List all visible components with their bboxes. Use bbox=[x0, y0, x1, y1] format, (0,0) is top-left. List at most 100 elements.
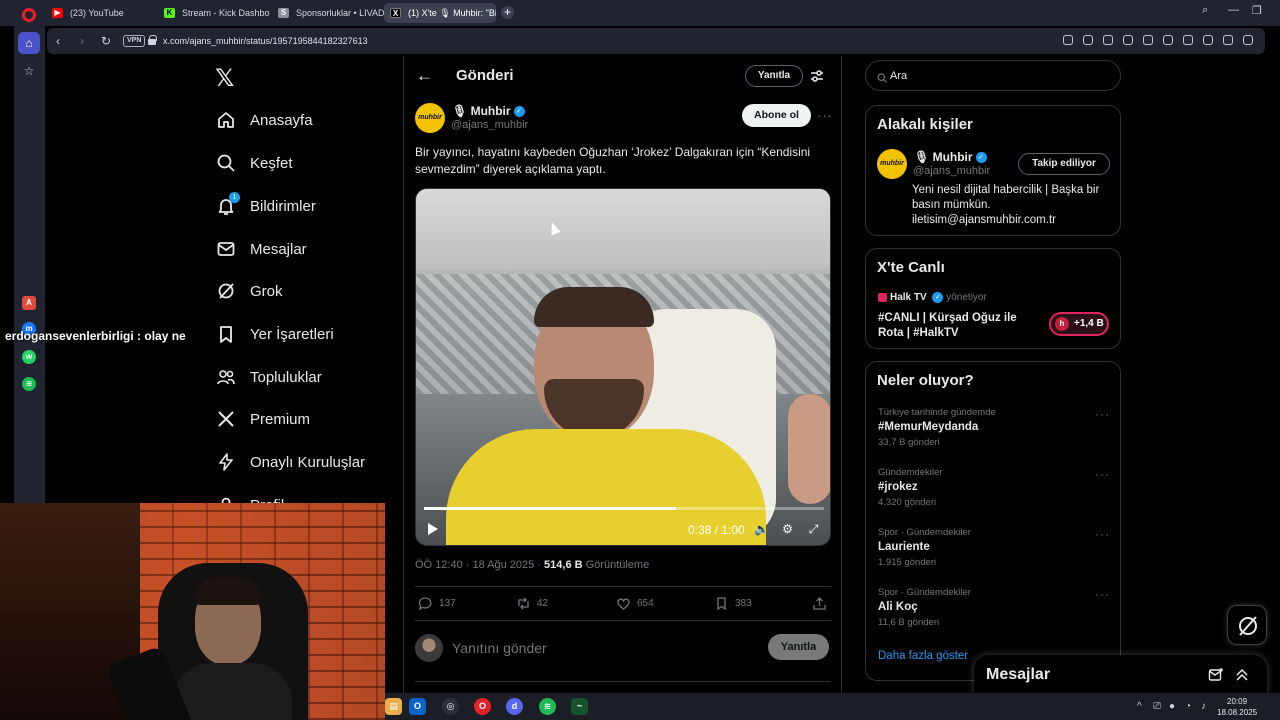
tray-mic-icon[interactable]: ● bbox=[1169, 701, 1175, 712]
minimize-icon[interactable]: — bbox=[1228, 4, 1239, 16]
video-progress-bar[interactable] bbox=[424, 507, 824, 510]
terminal-icon[interactable]: ~ bbox=[571, 698, 588, 715]
cube-icon[interactable] bbox=[1123, 35, 1133, 45]
tab-kick[interactable]: K Stream - Kick Dashboard bbox=[158, 3, 270, 23]
related-handle[interactable]: @ajans_muhbir bbox=[913, 165, 990, 177]
more-options-icon[interactable]: ··· bbox=[1095, 407, 1110, 421]
lock-icon[interactable] bbox=[148, 35, 157, 45]
grok-floating-button[interactable] bbox=[1227, 605, 1267, 645]
home-icon[interactable]: ⌂ bbox=[18, 32, 40, 54]
obs-icon[interactable]: ◎ bbox=[442, 698, 459, 715]
tab-livad[interactable]: S Sponsorluklar • LIVAD bbox=[272, 3, 384, 23]
volume-icon[interactable]: 🔈 bbox=[754, 523, 769, 536]
live-event-title[interactable]: #CANLI | Kürşad Oğuz ile Rota | #HalkTV bbox=[878, 311, 1043, 341]
nav-verified-orgs[interactable]: Onaylı Kuruluşlar bbox=[216, 447, 365, 477]
more-options-icon[interactable]: ··· bbox=[1095, 527, 1110, 541]
author-handle[interactable]: @ajans_muhbir bbox=[451, 119, 528, 131]
bookmark-action[interactable]: 383 bbox=[714, 596, 752, 611]
vpn-badge[interactable]: VPN bbox=[123, 35, 146, 47]
show-more-link[interactable]: Daha fazla göster bbox=[878, 650, 968, 662]
nav-communities[interactable]: Topluluklar bbox=[216, 362, 322, 392]
star-icon[interactable]: ☆ bbox=[22, 64, 36, 78]
related-name[interactable]: 🎙 Muhbir ✓ bbox=[914, 150, 987, 164]
tray-network-icon[interactable]: ⎚ bbox=[1153, 701, 1161, 712]
aria-icon[interactable]: A bbox=[22, 296, 36, 310]
share-icon bbox=[813, 597, 826, 610]
new-tab-button[interactable]: + bbox=[501, 6, 514, 19]
trend-item[interactable]: Spor · Gündemdekiler Lauriente 1.915 gön… bbox=[878, 527, 1114, 577]
lens-icon[interactable] bbox=[1063, 35, 1073, 45]
trend-item[interactable]: Spor · Gündemdekiler Ali Koç 11,6 B gönd… bbox=[878, 587, 1114, 637]
download-icon[interactable] bbox=[1203, 35, 1213, 45]
back-arrow-icon[interactable]: ← bbox=[416, 66, 433, 86]
header-reply-button[interactable]: Yanıtla bbox=[745, 65, 803, 87]
more-options-icon[interactable]: ··· bbox=[817, 108, 833, 123]
spotify-icon[interactable]: ≋ bbox=[22, 377, 36, 391]
repost-action[interactable]: 42 bbox=[516, 596, 548, 611]
live-host[interactable]: Halk TV ✓ yönetiyor bbox=[878, 292, 987, 303]
opera-sidebar: ⌂ ☆ A m w ≋ bbox=[14, 26, 45, 503]
reload-icon[interactable]: ↻ bbox=[101, 34, 111, 48]
play-icon[interactable] bbox=[428, 523, 438, 535]
outlook-icon[interactable]: O bbox=[409, 698, 426, 715]
tray-chevron-icon[interactable]: ^ bbox=[1137, 701, 1142, 712]
play-icon[interactable] bbox=[1163, 35, 1173, 45]
taskbar-clock[interactable]: 20:09 18.08.2025 bbox=[1217, 696, 1257, 718]
heart-icon[interactable] bbox=[1183, 35, 1193, 45]
camera-icon[interactable] bbox=[1103, 35, 1113, 45]
reply-submit-button[interactable]: Yanıtla bbox=[768, 634, 829, 660]
nav-bookmarks[interactable]: Yer İşaretleri bbox=[216, 319, 334, 349]
reply-input[interactable]: Yanıtını gönder bbox=[452, 640, 547, 656]
settings-gear-icon[interactable]: ⚙ bbox=[781, 523, 794, 536]
url-input[interactable]: x.com/ajans_muhbir/status/19571958441823… bbox=[163, 36, 368, 46]
menu-icon[interactable] bbox=[1223, 35, 1233, 45]
nav-grok[interactable]: Grok bbox=[216, 276, 283, 306]
more-options-icon[interactable]: ··· bbox=[1095, 467, 1110, 481]
nav-premium[interactable]: Premium bbox=[216, 404, 310, 434]
trend-item[interactable]: Gündemdekiler #jrokez 4.320 gönderi ··· bbox=[878, 467, 1114, 517]
author-name[interactable]: 🎙 Muhbir ✓ bbox=[452, 104, 525, 118]
maximize-icon[interactable]: ❐ bbox=[1252, 4, 1262, 17]
x-logo-icon[interactable]: 𝕏 bbox=[215, 64, 234, 93]
like-action[interactable]: 654 bbox=[616, 596, 654, 611]
chevrons-up-icon[interactable] bbox=[1235, 667, 1249, 683]
new-message-icon[interactable] bbox=[1208, 667, 1224, 683]
live-listeners-pill[interactable]: h +1,4 B bbox=[1049, 312, 1109, 336]
nav-messages[interactable]: Mesajlar bbox=[216, 234, 307, 264]
following-button[interactable]: Takip ediliyor bbox=[1018, 153, 1110, 175]
subscribe-button[interactable]: Abone ol bbox=[742, 104, 811, 127]
tab-search-icon[interactable]: ⌕ bbox=[1202, 4, 1208, 17]
opera-logo-icon[interactable] bbox=[22, 8, 36, 22]
nav-notifications[interactable]: 1 Bildirimler bbox=[216, 191, 316, 221]
messages-drawer[interactable]: Mesajlar bbox=[974, 655, 1267, 697]
fullscreen-icon[interactable]: ⤢ bbox=[807, 523, 820, 536]
tray-volume-icon[interactable]: ♪ bbox=[1201, 701, 1206, 712]
forward-icon[interactable]: › bbox=[80, 34, 84, 48]
discord-icon[interactable]: d bbox=[506, 698, 523, 715]
opera-icon[interactable]: O bbox=[474, 698, 491, 715]
related-avatar[interactable]: muhbir bbox=[877, 149, 907, 179]
file-explorer-icon[interactable]: ▤ bbox=[385, 698, 402, 715]
user-avatar[interactable] bbox=[415, 634, 443, 662]
tweet-timestamp[interactable]: ÖÖ 12:40 · 18 Ağu 2025 · bbox=[415, 559, 544, 571]
spotify-icon[interactable]: ≋ bbox=[539, 698, 556, 715]
page-title: Gönderi bbox=[456, 67, 514, 84]
tab-x-active[interactable]: X (1) X'te 🎙 Muhbir: "Bi bbox=[384, 3, 496, 23]
whatsapp-icon[interactable]: w bbox=[22, 350, 36, 364]
edit-icon[interactable] bbox=[1083, 35, 1093, 45]
profile-icon[interactable] bbox=[1243, 35, 1253, 45]
reply-action[interactable]: 137 bbox=[418, 596, 456, 611]
more-options-icon[interactable]: ··· bbox=[1095, 587, 1110, 601]
shield-icon[interactable] bbox=[1143, 35, 1153, 45]
nav-explore[interactable]: Keşfet bbox=[216, 148, 293, 178]
share-action[interactable] bbox=[812, 596, 833, 611]
sliders-icon[interactable] bbox=[810, 69, 824, 83]
search-input[interactable]: Ara bbox=[865, 60, 1121, 91]
nav-home[interactable]: Anasayfa bbox=[216, 105, 313, 135]
back-icon[interactable]: ‹ bbox=[56, 34, 60, 48]
tab-youtube[interactable]: ▶ (23) YouTube bbox=[46, 3, 156, 23]
video-player[interactable]: 0:38 / 1:00 🔈 ⚙ ⤢ bbox=[415, 188, 831, 546]
tray-wifi-icon[interactable]: ◔ bbox=[1185, 701, 1191, 712]
author-avatar[interactable]: muhbir bbox=[415, 103, 445, 133]
trend-item[interactable]: Türkiye tarihinde gündemde #MemurMeydand… bbox=[878, 407, 1114, 457]
